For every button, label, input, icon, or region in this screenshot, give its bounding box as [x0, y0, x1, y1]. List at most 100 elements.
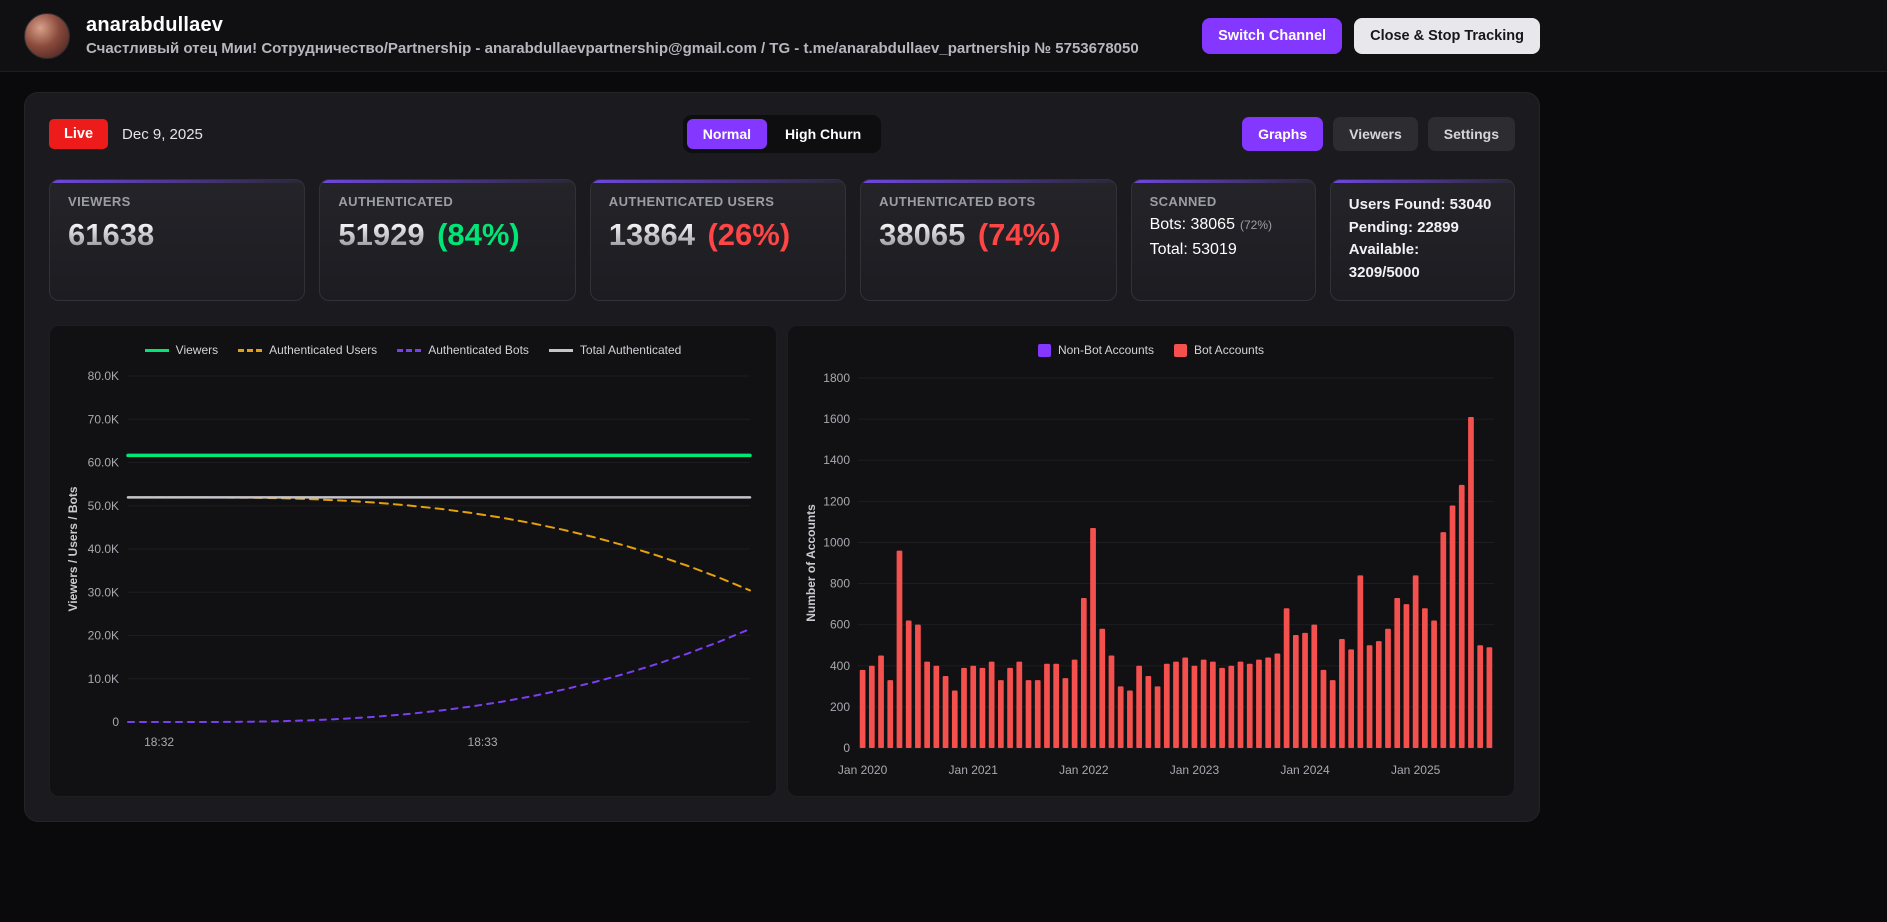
users-found-line: Users Found: 53040	[1348, 196, 1492, 213]
svg-text:18:32: 18:32	[144, 735, 174, 749]
tab-settings[interactable]: Settings	[1427, 117, 1516, 151]
stats-row: VIEWERS 61638 AUTHENTICATED 51929 (84%) …	[49, 179, 1516, 301]
stat-percent: (74%)	[977, 217, 1061, 252]
legend-item[interactable]: Total Authenticated	[548, 343, 682, 357]
dashboard-panel: Live Dec 9, 2025 Normal High Churn Graph…	[24, 92, 1540, 822]
toolbar: Live Dec 9, 2025 Normal High Churn Graph…	[49, 115, 1516, 153]
line-chart-panel: Viewers Authenticated Users Authenticated …	[49, 325, 777, 797]
tab-viewers[interactable]: Viewers	[1333, 117, 1418, 151]
mode-high-churn-button[interactable]: High Churn	[769, 119, 877, 149]
svg-text:10.0K: 10.0K	[88, 672, 119, 686]
legend-swatch	[397, 348, 422, 352]
scanned-total-line: Total: 53019	[1149, 241, 1237, 258]
stat-card-authenticated-users: AUTHENTICATED USERS 13864 (26%)	[589, 179, 847, 301]
svg-text:800: 800	[830, 577, 850, 591]
toolbar-right: Graphs Viewers Settings	[881, 117, 1516, 151]
bar-chart-legend: Non-Bot Accounts Bot Accounts	[800, 336, 1502, 364]
stat-percent: (26%)	[707, 217, 791, 252]
legend-label: Non-Bot Accounts	[1057, 343, 1154, 357]
svg-text:Number of Accounts: Number of Accounts	[804, 504, 818, 622]
legend-label: Viewers	[175, 343, 219, 357]
scanned-bots-line: Bots: 38065 (72%)	[1149, 216, 1272, 233]
pending-line: Pending: 22899	[1348, 218, 1459, 236]
available-label: Available:	[1348, 241, 1420, 258]
legend-item[interactable]: Bot Accounts	[1174, 343, 1264, 357]
live-status-badge: Live	[49, 119, 109, 149]
svg-text:0: 0	[112, 715, 119, 729]
svg-text:1800: 1800	[823, 371, 850, 385]
legend-item[interactable]: Non-Bot Accounts	[1037, 343, 1154, 357]
available-value: 3209/5000	[1348, 263, 1420, 281]
channel-description: Счастливый отец Мии! Сотрудничество/Part…	[86, 40, 1139, 57]
legend-swatch	[144, 348, 169, 352]
avatar	[24, 12, 70, 59]
close-stop-tracking-button[interactable]: Close & Stop Tracking	[1354, 17, 1540, 54]
svg-text:200: 200	[830, 700, 850, 714]
svg-text:1600: 1600	[823, 412, 850, 426]
legend-label: Authenticated Users	[269, 343, 378, 357]
svg-text:1200: 1200	[823, 494, 850, 508]
svg-text:30.0K: 30.0K	[88, 585, 119, 599]
stat-label: AUTHENTICATED	[338, 194, 454, 209]
svg-text:400: 400	[830, 659, 850, 673]
legend-item[interactable]: Authenticated Bots	[397, 343, 529, 357]
svg-text:Jan 2022: Jan 2022	[1059, 763, 1109, 777]
viewers-line-chart: 0 10.0K 20.0K 30.0K 40.0K 50.0K 60.0K 70.0K 80.0…	[62, 364, 764, 784]
stat-value: 13864	[608, 217, 695, 252]
stat-label: AUTHENTICATED BOTS	[879, 194, 1036, 209]
legend-swatch	[1174, 343, 1187, 357]
switch-channel-button[interactable]: Switch Channel	[1202, 17, 1343, 54]
accounts-bar-chart: 0 200 400 600 800 1000 1200 1400 1600 1800 Jan 202…	[800, 364, 1502, 784]
stat-label: AUTHENTICATED USERS	[608, 194, 775, 209]
svg-text:Jan 2025: Jan 2025	[1391, 763, 1441, 777]
mode-normal-button[interactable]: Normal	[686, 119, 768, 149]
svg-text:80.0K: 80.0K	[88, 369, 119, 383]
legend-item[interactable]: Viewers	[144, 343, 219, 357]
legend-label: Total Authenticated	[579, 343, 682, 357]
channel-info: anarabdullaev Счастливый отец Мии! Сотру…	[86, 14, 1139, 57]
svg-text:40.0K: 40.0K	[88, 542, 119, 556]
stat-label: VIEWERS	[68, 194, 131, 209]
tab-graphs[interactable]: Graphs	[1242, 117, 1324, 151]
legend-label: Bot Accounts	[1194, 343, 1265, 357]
header-actions: Switch Channel Close & Stop Tracking	[1202, 17, 1540, 54]
svg-text:60.0K: 60.0K	[88, 456, 119, 470]
churn-mode-toggle: Normal High Churn	[682, 115, 882, 153]
svg-text:18:33: 18:33	[468, 735, 498, 749]
legend-item[interactable]: Authenticated Users	[238, 343, 377, 357]
legend-swatch	[238, 348, 263, 352]
svg-text:Jan 2024: Jan 2024	[1280, 763, 1330, 777]
legend-swatch	[548, 348, 573, 352]
stat-value: 38065	[879, 217, 966, 252]
toolbar-left: Live Dec 9, 2025	[49, 119, 683, 149]
stat-percent: (84%)	[437, 217, 520, 252]
header-inner: anarabdullaev Счастливый отец Мии! Сотру…	[24, 12, 1540, 59]
svg-text:70.0K: 70.0K	[88, 412, 119, 426]
stat-card-viewers: VIEWERS 61638	[49, 179, 306, 301]
svg-text:Jan 2021: Jan 2021	[949, 763, 999, 777]
svg-text:50.0K: 50.0K	[88, 499, 119, 513]
charts-row: Viewers Authenticated Users Authenticated …	[49, 325, 1515, 797]
bar-chart-panel: Non-Bot Accounts Bot Accounts 0 200 400 600 8…	[787, 325, 1515, 797]
channel-username: anarabdullaev	[86, 14, 224, 36]
svg-text:1400: 1400	[823, 453, 850, 467]
session-date: Dec 9, 2025	[122, 125, 203, 143]
stat-card-scanned: SCANNED Bots: 38065 (72%) Total: 53019	[1130, 179, 1316, 301]
svg-text:1000: 1000	[823, 535, 850, 549]
legend-swatch	[1037, 343, 1051, 357]
legend-label: Authenticated Bots	[428, 343, 529, 357]
app-header: anarabdullaev Счастливый отец Мии! Сотру…	[0, 0, 1887, 72]
stat-value: 61638	[68, 217, 155, 252]
svg-text:Jan 2020: Jan 2020	[838, 763, 888, 777]
svg-text:Jan 2023: Jan 2023	[1170, 763, 1220, 777]
stat-label: SCANNED	[1149, 194, 1217, 209]
stat-card-authenticated: AUTHENTICATED 51929 (84%)	[319, 179, 576, 301]
svg-text:Viewers / Users / Bots: Viewers / Users / Bots	[66, 486, 80, 612]
scanned-bots-percent: (72%)	[1239, 218, 1272, 232]
stat-value: 51929	[338, 217, 425, 252]
line-chart-legend: Viewers Authenticated Users Authenticated …	[62, 336, 764, 364]
stat-card-authenticated-bots: AUTHENTICATED BOTS 38065 (74%)	[860, 179, 1117, 301]
stat-card-summary: Users Found: 53040 Pending: 22899 Availa…	[1329, 179, 1516, 301]
svg-text:0: 0	[843, 741, 850, 755]
svg-text:20.0K: 20.0K	[88, 629, 119, 643]
